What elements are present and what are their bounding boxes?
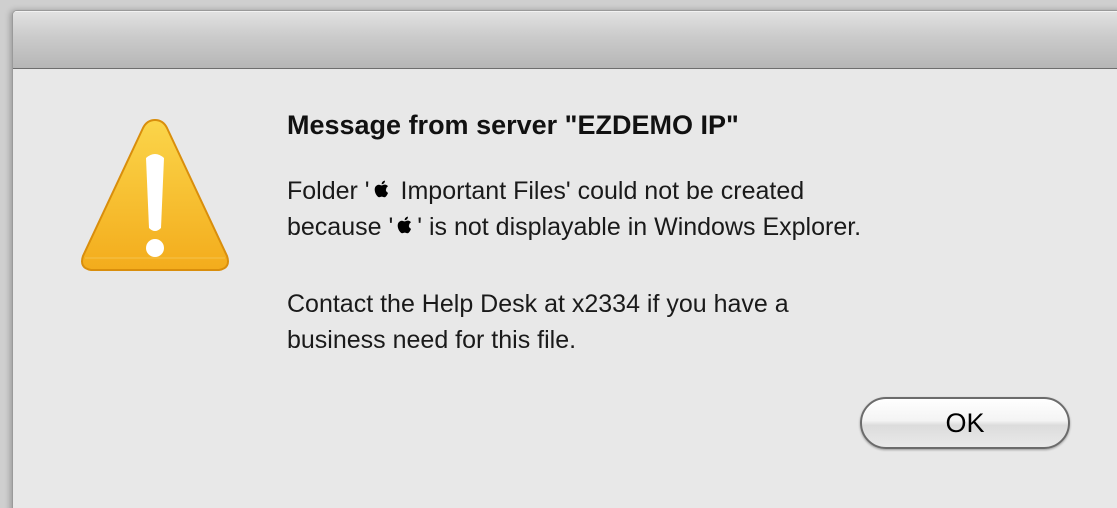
message-line2-prefix: because ' bbox=[287, 213, 394, 241]
message-line2-suffix: ' is not displayable in Windows Explorer… bbox=[417, 213, 862, 241]
help-text: Contact the Help Desk at x2334 if you ha… bbox=[287, 286, 789, 358]
apple-logo-icon bbox=[397, 216, 412, 234]
help-line1: Contact the Help Desk at x2334 if you ha… bbox=[287, 290, 789, 318]
help-line2: business need for this file. bbox=[287, 326, 577, 354]
warning-icon bbox=[81, 118, 229, 271]
message-line1-prefix: Folder ' bbox=[287, 177, 370, 205]
message-line1-suffix: Important Files' could not be created bbox=[393, 177, 805, 205]
title-bar[interactable] bbox=[13, 11, 1117, 69]
dialog-title: Message from server "EZDEMO IP" bbox=[287, 110, 739, 140]
title-bar-highlight bbox=[13, 11, 1117, 12]
message-text: Folder ' Important Files' could not be c… bbox=[287, 173, 861, 245]
ok-button[interactable]: OK bbox=[860, 397, 1070, 449]
apple-logo-icon bbox=[374, 180, 388, 198]
